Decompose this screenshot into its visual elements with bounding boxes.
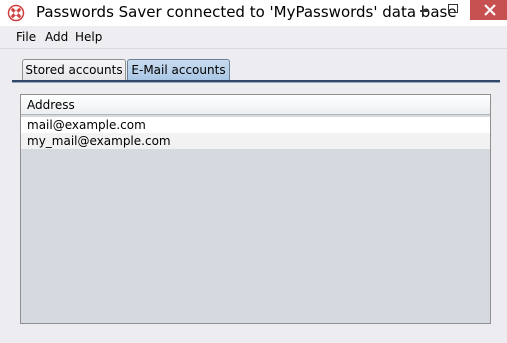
menu-help[interactable]: Help	[75, 30, 102, 45]
menu-add[interactable]: Add	[45, 30, 68, 45]
close-button[interactable]	[470, 0, 507, 20]
close-icon	[484, 4, 496, 16]
table-header: Address	[21, 95, 490, 115]
window-title: Passwords Saver connected to 'MyPassword…	[36, 3, 457, 21]
tab-email-accounts[interactable]: E-Mail accounts	[127, 59, 230, 80]
maximize-icon	[448, 4, 458, 13]
minimize-icon	[420, 10, 429, 12]
maximize-button[interactable]	[440, 0, 468, 20]
table-row[interactable]: my_mail@example.com	[21, 133, 490, 149]
minimize-button[interactable]	[410, 0, 438, 20]
menu-file[interactable]: File	[16, 30, 36, 45]
column-header-address[interactable]: Address	[27, 97, 75, 113]
table-row[interactable]: mail@example.com	[21, 117, 490, 133]
tab-stored-accounts[interactable]: Stored accounts	[22, 59, 126, 80]
table-cell-address: mail@example.com	[27, 118, 146, 132]
title-bar: Passwords Saver connected to 'MyPassword…	[0, 0, 507, 26]
app-icon	[7, 4, 25, 22]
menu-bar: File Add Help	[0, 26, 507, 49]
table-cell-address: my_mail@example.com	[27, 134, 171, 148]
tab-divider-highlight	[12, 82, 500, 83]
email-accounts-table[interactable]: Address mail@example.com my_mail@example…	[20, 94, 491, 324]
